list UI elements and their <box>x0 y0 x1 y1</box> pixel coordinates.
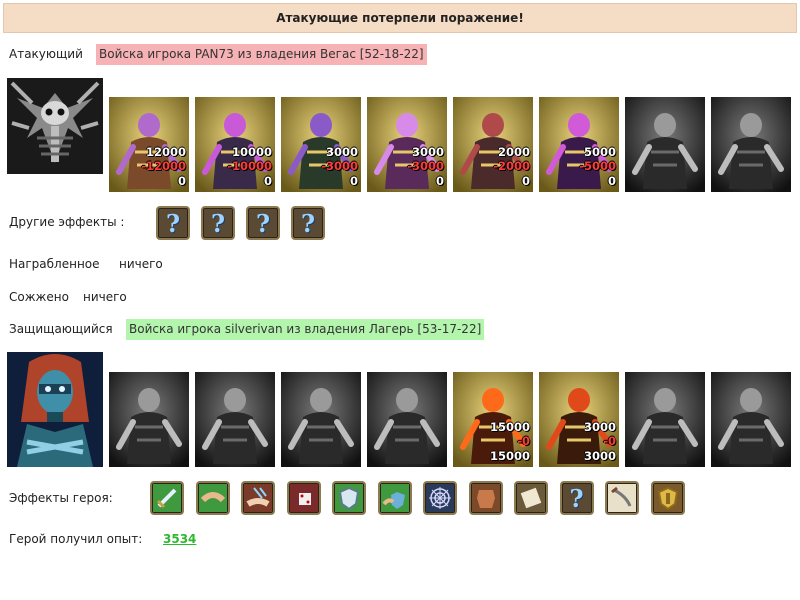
dice-icon[interactable] <box>286 481 321 515</box>
burned-label: Сожжено <box>9 290 69 304</box>
attacker-unit-slot[interactable] <box>711 97 791 192</box>
question-mark-icon[interactable]: ? <box>156 206 190 240</box>
defender-unit-slot[interactable] <box>367 372 447 467</box>
shield-hand-icon[interactable] <box>377 481 412 515</box>
armor-icon[interactable] <box>468 481 503 515</box>
attacker-unit-slot[interactable]: 3000 -3000 0 <box>281 97 361 192</box>
unit-losses: -10000 <box>227 159 272 173</box>
attacker-army-link[interactable]: Войска игрока PAN73 из владения Вегас [5… <box>96 44 427 65</box>
handshake-icon[interactable] <box>195 481 230 515</box>
unit-remaining: 3000 <box>583 449 616 463</box>
unit-remaining: 0 <box>349 174 358 188</box>
question-mark-icon[interactable]: ? <box>246 206 280 240</box>
defender-unit-slot[interactable] <box>195 372 275 467</box>
gargoyle-icon <box>367 372 447 467</box>
horned-knight-icon <box>625 372 705 467</box>
magic-hand-icon[interactable] <box>241 481 275 515</box>
attacker-unit-slot[interactable]: 12000 -12000 0 <box>109 97 189 192</box>
defender-unit-slot[interactable]: 3000 -0 3000 <box>539 372 619 467</box>
wraith-icon <box>711 372 791 467</box>
battle-result-banner: Атакующие потерпели поражение! <box>3 3 797 33</box>
unit-remaining: 0 <box>521 174 530 188</box>
attacker-unit-slot[interactable]: 3000 -3000 0 <box>367 97 447 192</box>
xp-label: Герой получил опыт: <box>9 532 143 546</box>
unit-count: 10000 <box>231 145 272 159</box>
burned-value: ничего <box>83 290 127 304</box>
golden-shield-icon[interactable] <box>650 481 685 515</box>
defender-unit-slot[interactable] <box>711 372 791 467</box>
unit-losses: -3000 <box>321 159 358 173</box>
unit-losses: -0 <box>603 434 616 448</box>
scroll-icon[interactable] <box>514 481 548 515</box>
attacker-label: Атакующий <box>9 47 83 61</box>
ghoul-icon <box>281 372 361 467</box>
loot-value: ничего <box>119 257 163 271</box>
unit-remaining: 0 <box>607 174 616 188</box>
question-mark-icon[interactable]: ? <box>559 481 594 515</box>
web-icon[interactable] <box>423 481 457 515</box>
defender-hero-portrait[interactable] <box>7 352 103 467</box>
unit-count: 2000 <box>497 145 530 159</box>
unit-count: 5000 <box>583 145 616 159</box>
defender-label: Защищающийся <box>9 322 113 336</box>
defender-unit-slot[interactable] <box>625 372 705 467</box>
shield-icon[interactable] <box>332 481 366 515</box>
attacker-unit-slot[interactable]: 2000 -2000 0 <box>453 97 533 192</box>
sword-icon[interactable] <box>150 481 184 515</box>
saber-icon[interactable] <box>605 481 639 515</box>
skeleton-warrior-icon <box>195 372 275 467</box>
unit-losses: -5000 <box>579 159 616 173</box>
unit-losses: -2000 <box>493 159 530 173</box>
unit-remaining: 0 <box>435 174 444 188</box>
skull-demon-portrait-icon <box>7 78 103 174</box>
masked-elf-portrait-icon <box>7 352 103 467</box>
attacker-hero-portrait[interactable] <box>7 78 103 174</box>
unit-count: 15000 <box>489 420 530 434</box>
question-mark-icon[interactable]: ? <box>291 206 325 240</box>
unit-losses: -12000 <box>141 159 186 173</box>
unit-remaining: 15000 <box>489 449 530 463</box>
unit-count: 3000 <box>411 145 444 159</box>
hooded-assassin-icon <box>625 97 705 192</box>
loot-label: Награбленное <box>9 257 100 271</box>
unit-remaining: 0 <box>263 174 272 188</box>
attacker-unit-slot[interactable] <box>625 97 705 192</box>
unit-remaining: 0 <box>177 174 186 188</box>
question-mark-icon[interactable]: ? <box>201 206 235 240</box>
unit-losses: -3000 <box>407 159 444 173</box>
attacker-unit-slot[interactable]: 10000 -10000 0 <box>195 97 275 192</box>
attacker-unit-slot[interactable]: 5000 -5000 0 <box>539 97 619 192</box>
defender-unit-slot[interactable]: 15000 -0 15000 <box>453 372 533 467</box>
unit-count: 12000 <box>145 145 186 159</box>
defender-unit-slot[interactable] <box>281 372 361 467</box>
unit-losses: -0 <box>517 434 530 448</box>
defender-unit-slot[interactable] <box>109 372 189 467</box>
armored-knight-icon <box>711 97 791 192</box>
unit-count: 3000 <box>583 420 616 434</box>
catapult-icon <box>109 372 189 467</box>
unit-count: 3000 <box>325 145 358 159</box>
hero-effects-label: Эффекты героя: <box>9 491 113 505</box>
xp-value[interactable]: 3534 <box>163 532 196 546</box>
defender-army-link[interactable]: Войска игрока silverivan из владения Лаг… <box>126 319 485 340</box>
other-effects-label: Другие эффекты : <box>9 215 125 229</box>
